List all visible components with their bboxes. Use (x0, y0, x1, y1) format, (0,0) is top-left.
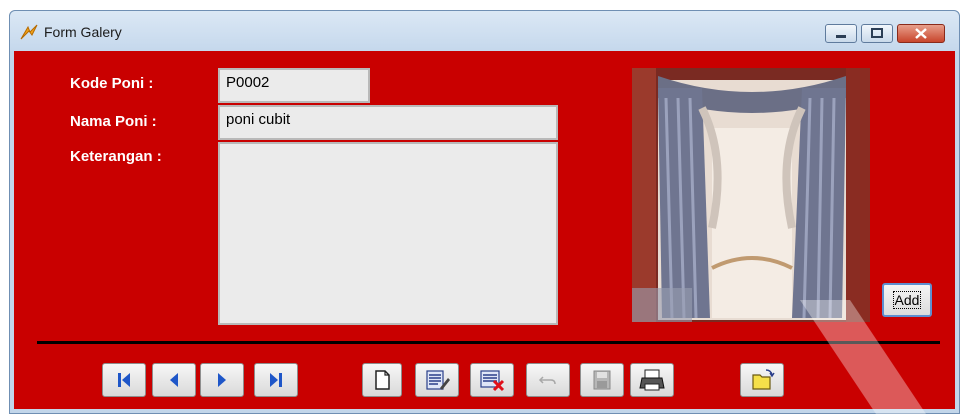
new-record-button[interactable] (362, 363, 402, 397)
toolbar-divider (37, 341, 940, 344)
open-folder-icon (752, 369, 775, 390)
nama-poni-input[interactable]: poni cubit (218, 105, 558, 140)
delete-icon (480, 370, 505, 392)
first-record-button[interactable] (102, 363, 146, 397)
print-button[interactable] (630, 363, 674, 397)
nama-poni-label: Nama Poni : (70, 113, 157, 130)
open-folder-button[interactable] (740, 363, 784, 397)
form-client-area: Kode Poni : Nama Poni : Keterangan : P00… (14, 51, 955, 409)
app-icon (19, 23, 39, 41)
edit-record-button[interactable] (415, 363, 459, 397)
add-image-button[interactable]: Add (882, 283, 932, 317)
last-record-button[interactable] (254, 363, 298, 397)
save-record-button[interactable] (580, 363, 624, 397)
save-icon (593, 370, 611, 390)
curtain-photo (632, 68, 870, 322)
print-icon (639, 369, 665, 391)
kode-poni-label: Kode Poni : (70, 75, 154, 92)
title-bar[interactable]: Form Galery (10, 11, 959, 51)
undo-icon (538, 376, 556, 385)
previous-icon (170, 373, 178, 387)
delete-record-button[interactable] (470, 363, 514, 397)
close-button[interactable] (897, 24, 945, 43)
edit-icon (426, 370, 450, 390)
next-icon (218, 373, 226, 387)
form-galery-window: Form Galery Kode Poni : Nama Poni : Kete… (9, 10, 960, 414)
maximize-button[interactable] (861, 24, 893, 43)
keterangan-label: Keterangan : (70, 148, 162, 165)
previous-record-button[interactable] (152, 363, 196, 397)
kode-poni-input[interactable]: P0002 (218, 68, 370, 103)
last-icon (270, 373, 282, 387)
undo-button[interactable] (526, 363, 570, 397)
next-record-button[interactable] (200, 363, 244, 397)
add-button-label: Add (892, 291, 922, 309)
minimize-button[interactable] (825, 24, 857, 43)
keterangan-textarea[interactable] (218, 142, 558, 325)
window-title: Form Galery (44, 24, 122, 40)
new-icon (375, 370, 390, 390)
first-icon (118, 373, 130, 387)
